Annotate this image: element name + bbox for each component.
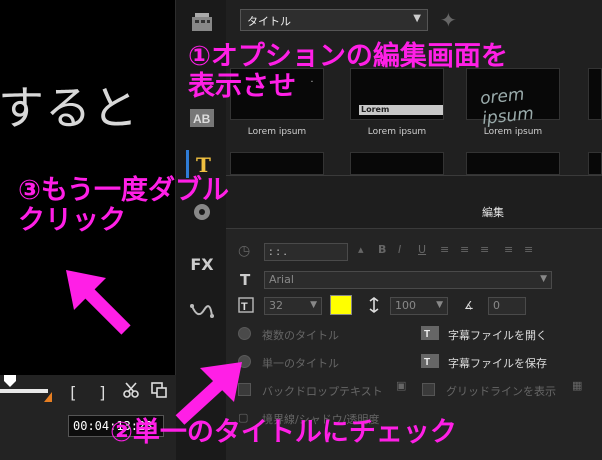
vertical-text-button[interactable]: ≡ — [524, 243, 533, 256]
text-direction-button[interactable]: ≡ — [504, 243, 513, 256]
stepper-icon[interactable]: ▴ — [358, 243, 364, 256]
thumbnail-art: Lorem — [359, 105, 443, 115]
svg-text:T: T — [424, 357, 430, 368]
radio-multi-title[interactable] — [238, 327, 251, 340]
font-value: Arial — [269, 273, 294, 286]
copy-icon[interactable] — [150, 381, 168, 403]
library-category-dropdown[interactable]: タイトル ▼ — [240, 9, 428, 31]
chevron-down-icon: ▼ — [413, 13, 421, 24]
clock-icon: ◷ — [238, 243, 251, 259]
title-thumbnail-7[interactable] — [466, 152, 560, 175]
media-library-icon[interactable] — [186, 8, 218, 36]
fx-filter-icon[interactable]: FX — [186, 250, 218, 278]
font-size-value: 32 — [269, 299, 283, 312]
grid-lines-label: グリッドラインを表示 — [446, 385, 556, 398]
annotation-step3-line2: クリック — [18, 205, 126, 237]
text-ab-icon[interactable]: AB — [186, 104, 218, 132]
title-thumbnail-5[interactable] — [230, 152, 324, 175]
title-thumbnail-4[interactable] — [588, 68, 602, 120]
backdrop-text-label: バックドロップテキスト — [262, 385, 383, 398]
arrow-step2-icon — [175, 362, 242, 425]
bold-button[interactable]: B — [378, 243, 386, 256]
thumbnail-caption: Lorem ipsum — [247, 127, 307, 137]
annotation-step1: ①オプションの編集画面を 表示させ — [188, 41, 508, 103]
title-thumbnail-8[interactable] — [588, 152, 602, 175]
title-thumbnail-6[interactable] — [350, 152, 444, 175]
open-subtitle-icon[interactable]: T — [420, 325, 440, 344]
radio-single-title-label: 単一のタイトル — [262, 357, 339, 370]
svg-text:T: T — [424, 329, 430, 340]
grid-lines-checkbox[interactable] — [422, 383, 435, 396]
preview-title-text[interactable]: すると — [0, 72, 139, 138]
annotation-step3-line1: ③もう一度ダブル — [18, 175, 230, 206]
save-subtitle-button[interactable]: 字幕ファイルを保存 — [448, 355, 547, 371]
radio-multi-title-label: 複数のタイトル — [262, 329, 339, 342]
backdrop-settings-icon[interactable]: ▣ — [396, 379, 406, 392]
annotation-step2: ②単一のタイトルにチェック — [110, 417, 457, 448]
annotation-step3: ③もう一度ダブル クリック — [18, 175, 230, 237]
underline-button[interactable]: U — [418, 243, 426, 256]
svg-text:AB: AB — [193, 112, 211, 126]
dropdown-value: タイトル — [247, 15, 291, 28]
arrow-step3-icon — [66, 270, 131, 335]
mark-out-button[interactable]: ] — [98, 383, 108, 402]
chevron-down-icon: ▼ — [310, 300, 317, 310]
mark-in-button[interactable]: [ — [68, 383, 78, 402]
scrub-handle[interactable] — [4, 375, 16, 387]
add-to-library-icon[interactable]: ✦ — [440, 8, 457, 32]
duration-field[interactable]: : : . — [264, 243, 348, 261]
line-spacing-icon — [366, 297, 382, 316]
font-size-select[interactable]: 32 ▼ — [264, 297, 322, 315]
save-subtitle-icon[interactable]: T — [420, 353, 440, 372]
font-icon: T — [240, 271, 251, 289]
text-color-swatch[interactable] — [330, 295, 352, 315]
thumbnail-caption: Lorem ipsum — [367, 127, 427, 137]
font-size-icon: T — [238, 297, 254, 316]
font-select[interactable]: Arial ▼ — [264, 271, 552, 289]
align-center-button[interactable]: ≡ — [460, 243, 469, 256]
trim-marker[interactable] — [44, 392, 52, 402]
line-spacing-select[interactable]: 100 ▼ — [390, 297, 448, 315]
chevron-down-icon: ▼ — [436, 300, 443, 310]
chevron-down-icon: ▼ — [540, 274, 547, 284]
title-tool-icon[interactable]: T — [186, 150, 218, 178]
annotation-step1-line2: 表示させ — [188, 71, 296, 103]
annotation-step1-line1: ①オプションの編集画面を — [188, 41, 508, 72]
align-left-button[interactable]: ≡ — [440, 243, 449, 256]
italic-button[interactable]: I — [398, 243, 401, 256]
path-motion-icon[interactable] — [186, 298, 218, 326]
svg-text:T: T — [241, 301, 248, 313]
svg-text:T: T — [196, 153, 211, 176]
thumbnail-caption: Lorem ipsum — [483, 127, 543, 137]
align-right-button[interactable]: ≡ — [480, 243, 489, 256]
line-spacing-value: 100 — [395, 299, 416, 312]
scrub-track[interactable] — [0, 389, 48, 393]
open-subtitle-button[interactable]: 字幕ファイルを開く — [448, 327, 547, 343]
tab-edit[interactable]: 編集 — [482, 204, 504, 220]
angle-icon: ∡ — [464, 299, 474, 312]
scissors-icon[interactable] — [122, 381, 140, 403]
grid-settings-icon[interactable]: ▦ — [572, 379, 582, 392]
angle-field[interactable]: 0 — [488, 297, 526, 315]
